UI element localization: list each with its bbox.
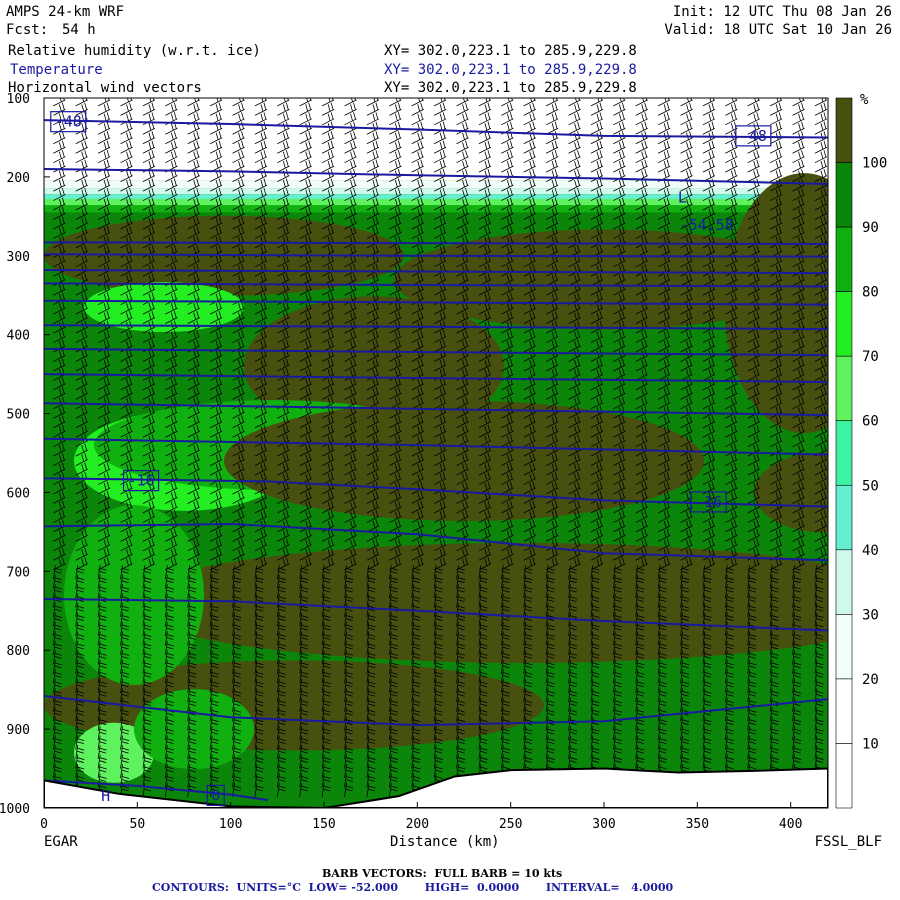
colorbar-segment xyxy=(835,678,853,744)
colorbar-segment xyxy=(835,97,853,163)
x-tick-label: 100 xyxy=(219,817,242,832)
colorbar-tick-label: 90 xyxy=(862,220,879,236)
y-tick-label: 400 xyxy=(7,329,30,344)
colorbar-unit: % xyxy=(860,92,869,108)
colorbar-segment xyxy=(835,226,853,292)
colorbar-segment xyxy=(835,743,853,809)
contour-label: -16 xyxy=(695,493,722,511)
y-tick-label: 1000 xyxy=(0,802,30,817)
y-tick-label: 300 xyxy=(7,250,30,265)
cross-section-chart: -48 -48 -16 -16 0 L H -54.58 0 50 100 150 200 250 300… xyxy=(0,92,887,832)
colorbar-tick-label: 70 xyxy=(862,349,879,365)
contour-label: -48 xyxy=(740,127,767,145)
colorbar-segment xyxy=(835,484,853,551)
contour-label: 0 xyxy=(211,786,220,804)
colorbar-segment xyxy=(835,420,853,486)
x-tick-label: 250 xyxy=(499,817,522,832)
colorbar-segment xyxy=(835,291,853,357)
colorbar-tick-label: 60 xyxy=(862,414,879,430)
colorbar-segment xyxy=(835,549,853,615)
x-tick-label: 150 xyxy=(312,817,335,832)
contour-label: -48 xyxy=(55,113,82,131)
x-tick-label: 0 xyxy=(40,817,48,832)
x-tick-label: 400 xyxy=(779,817,802,832)
y-tick-label: 200 xyxy=(7,171,30,186)
humidity-cell xyxy=(124,542,828,663)
colorbar-segment xyxy=(835,162,853,228)
colorbar-segment xyxy=(835,355,853,422)
colorbar-tick-label: 10 xyxy=(862,736,879,752)
contour-label: -54.58 xyxy=(680,216,734,234)
humidity-cell xyxy=(724,173,828,434)
colorbar-segment xyxy=(835,614,853,680)
contour-label: L xyxy=(678,188,687,206)
y-tick-label: 100 xyxy=(7,92,30,107)
colorbar-tick-label: 80 xyxy=(862,285,879,301)
x-tick-label: 200 xyxy=(406,817,429,832)
barb-note: BARB VECTORS: FULL BARB = 10 kts xyxy=(322,867,563,880)
x-tick-label: 350 xyxy=(686,817,709,832)
x-tick-label: 50 xyxy=(130,817,146,832)
colorbar-tick-label: 100 xyxy=(862,156,887,172)
y-tick-label: 500 xyxy=(7,408,30,423)
humidity-cell xyxy=(64,505,204,685)
right-station-label: FSSL_BLF xyxy=(814,834,882,850)
colorbar-tick-label: 50 xyxy=(862,478,879,494)
colorbar-tick-label: 20 xyxy=(862,672,879,688)
colorbar-tick-label: 40 xyxy=(862,543,879,559)
x-axis-title: Distance (km) xyxy=(390,834,500,850)
y-tick-label: 600 xyxy=(7,486,30,501)
contour-label: -16 xyxy=(128,472,155,490)
contour-label: H xyxy=(101,787,110,805)
contours-note: CONTOURS: UNITS=°C LOW= -52.000 HIGH= 0.… xyxy=(152,881,674,894)
colorbar-tick-label: 30 xyxy=(862,607,879,623)
y-tick-label: 800 xyxy=(7,644,30,659)
left-station-label: EGAR xyxy=(44,834,78,850)
x-tick-label: 300 xyxy=(592,817,615,832)
colorbar: % 10 20 30 40 50 60 70 80 90 100 xyxy=(835,92,887,809)
y-tick-label: 700 xyxy=(7,565,30,580)
y-tick-label: 900 xyxy=(7,723,30,738)
